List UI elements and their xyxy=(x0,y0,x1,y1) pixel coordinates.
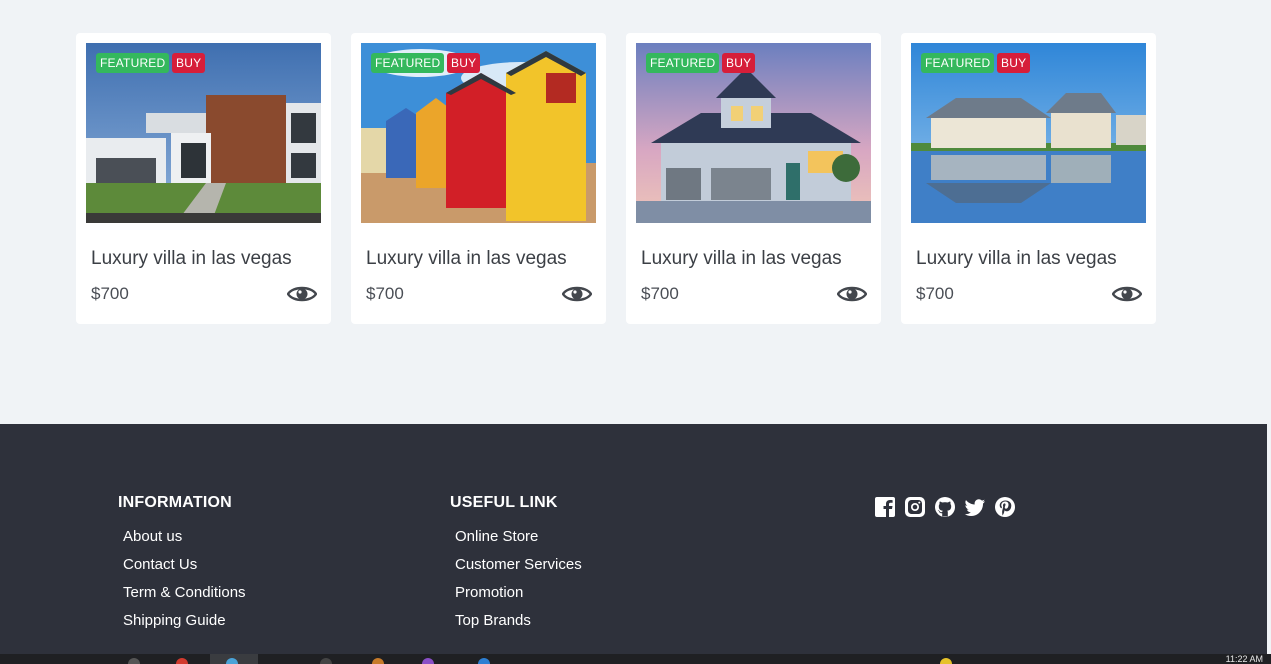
view-eye-icon[interactable] xyxy=(286,283,318,305)
property-title[interactable]: Luxury villa in las vegas xyxy=(91,248,292,270)
scrollbar-track[interactable] xyxy=(1267,424,1271,654)
property-title[interactable]: Luxury villa in las vegas xyxy=(916,248,1117,270)
taskbar-clock[interactable]: 11:22 AM xyxy=(1226,655,1263,664)
waterfront-homes-photo[interactable]: FEATURED BUY xyxy=(911,43,1146,223)
taskbar-app-icon[interactable] xyxy=(320,658,332,664)
buy-badge: BUY xyxy=(172,53,206,73)
information-heading: INFORMATION xyxy=(118,494,232,511)
featured-badge: FEATURED xyxy=(96,53,170,73)
instagram-icon[interactable] xyxy=(904,496,926,518)
featured-badge: FEATURED xyxy=(371,53,445,73)
footer-link-promotion[interactable]: Promotion xyxy=(455,584,523,601)
buy-badge: BUY xyxy=(447,53,481,73)
taskbar-app-icon[interactable] xyxy=(422,658,434,664)
property-card[interactable]: FEATURED BUY Luxury villa in las vegas $… xyxy=(76,33,331,324)
buy-badge: BUY xyxy=(722,53,756,73)
os-taskbar: 11:22 AM xyxy=(0,654,1271,664)
property-title[interactable]: Luxury villa in las vegas xyxy=(641,248,842,270)
taskbar-app-icon[interactable] xyxy=(128,658,140,664)
featured-badge: FEATURED xyxy=(646,53,720,73)
footer-link-online-store[interactable]: Online Store xyxy=(455,528,538,545)
taskbar-app-icon[interactable] xyxy=(226,658,238,664)
listing-section: FEATURED BUY Luxury villa in las vegas $… xyxy=(0,0,1271,424)
twitter-icon[interactable] xyxy=(964,496,986,518)
property-card[interactable]: FEATURED BUY Luxury villa in las vegas $… xyxy=(351,33,606,324)
footer-link-top-brands[interactable]: Top Brands xyxy=(455,612,531,629)
property-price: $700 xyxy=(91,284,129,303)
pinterest-icon[interactable] xyxy=(994,496,1016,518)
footer-link-terms[interactable]: Term & Conditions xyxy=(123,584,246,601)
facebook-icon[interactable] xyxy=(874,496,896,518)
github-icon[interactable] xyxy=(934,496,956,518)
property-price: $700 xyxy=(916,284,954,303)
taskbar-app-icon[interactable] xyxy=(176,658,188,664)
taskbar-app-icon[interactable] xyxy=(478,658,490,664)
view-eye-icon[interactable] xyxy=(836,283,868,305)
property-price: $700 xyxy=(366,284,404,303)
footer-link-shipping-guide[interactable]: Shipping Guide xyxy=(123,612,226,629)
view-eye-icon[interactable] xyxy=(1111,283,1143,305)
useful-link-heading: USEFUL LINK xyxy=(450,494,558,511)
buy-badge: BUY xyxy=(997,53,1031,73)
useful-link-column: USEFUL LINK Online Store Customer Servic… xyxy=(450,494,582,629)
modern-villa-photo[interactable]: FEATURED BUY xyxy=(86,43,321,223)
view-eye-icon[interactable] xyxy=(561,283,593,305)
taskbar-app-icon[interactable] xyxy=(372,658,384,664)
information-column: INFORMATION About us Contact Us Term & C… xyxy=(118,494,246,629)
property-price: $700 xyxy=(641,284,679,303)
site-footer: INFORMATION About us Contact Us Term & C… xyxy=(0,424,1267,654)
footer-link-customer-services[interactable]: Customer Services xyxy=(455,556,582,573)
beach-huts-photo[interactable]: FEATURED BUY xyxy=(361,43,596,223)
suburban-house-photo[interactable]: FEATURED BUY xyxy=(636,43,871,223)
property-title[interactable]: Luxury villa in las vegas xyxy=(366,248,567,270)
featured-badge: FEATURED xyxy=(921,53,995,73)
taskbar-tray-icon[interactable] xyxy=(940,658,952,664)
property-card[interactable]: FEATURED BUY Luxury villa in las vegas $… xyxy=(626,33,881,324)
footer-link-contact-us[interactable]: Contact Us xyxy=(123,556,197,573)
property-card[interactable]: FEATURED BUY Luxury villa in las vegas $… xyxy=(901,33,1156,324)
footer-link-about-us[interactable]: About us xyxy=(123,528,182,545)
